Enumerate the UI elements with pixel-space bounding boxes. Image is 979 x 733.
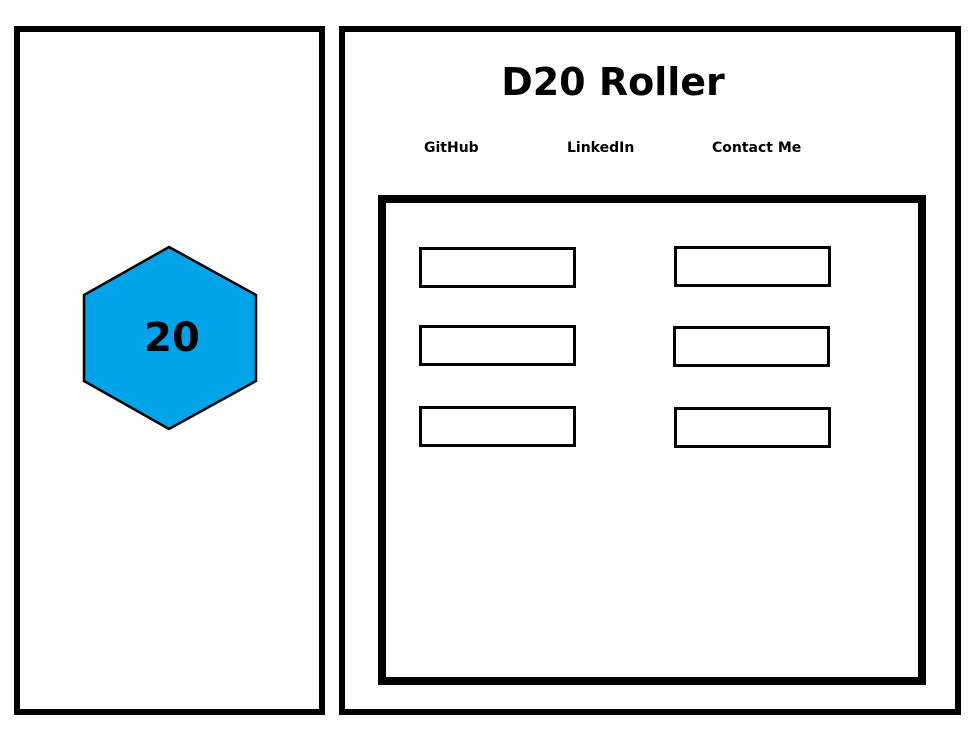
nav-link-contact[interactable]: Contact Me [712,138,801,158]
result-slot[interactable] [419,406,576,447]
main-panel: D20 Roller GitHub LinkedIn Contact Me [339,26,961,715]
d20-die[interactable]: 20 [82,245,262,431]
roll-results-box [378,195,926,685]
result-slot[interactable] [419,325,576,366]
result-slot[interactable] [674,246,831,287]
result-slot[interactable] [674,407,831,448]
page-title: D20 Roller [501,60,725,104]
nav-link-github[interactable]: GitHub [424,138,479,158]
dice-panel: 20 [14,26,325,715]
result-slot[interactable] [673,326,830,367]
nav-link-linkedin[interactable]: LinkedIn [567,138,634,158]
die-value: 20 [144,315,200,361]
result-slot[interactable] [419,247,576,288]
